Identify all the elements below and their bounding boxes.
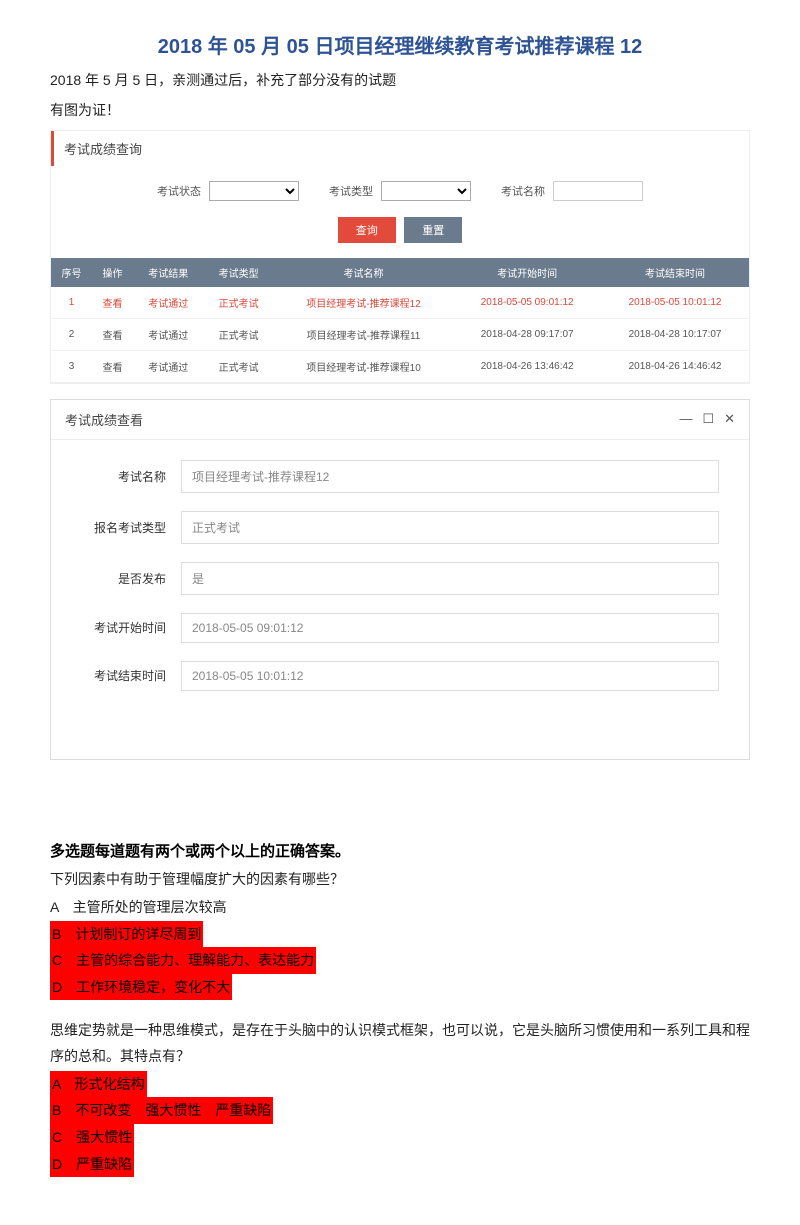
name-label: 考试名称 bbox=[501, 183, 545, 199]
table-header: 考试结束时间 bbox=[601, 258, 749, 287]
detail-label: 考试名称 bbox=[81, 468, 181, 485]
type-select[interactable] bbox=[381, 181, 471, 201]
table-cell: 项目经理考试-推荐课程11 bbox=[274, 318, 453, 350]
table-cell: 2018-04-26 14:46:42 bbox=[601, 350, 749, 382]
table-header: 考试类型 bbox=[203, 258, 273, 287]
question-text: 下列因素中有助于管理幅度扩大的因素有哪些？ bbox=[50, 867, 750, 892]
table-header: 考试开始时间 bbox=[453, 258, 601, 287]
table-row[interactable]: 1查看考试通过正式考试项目经理考试-推荐课程122018-05-05 09:01… bbox=[51, 287, 749, 319]
results-table: 序号操作考试结果考试类型考试名称考试开始时间考试结束时间 1查看考试通过正式考试… bbox=[51, 258, 749, 383]
table-header: 序号 bbox=[51, 258, 92, 287]
table-cell: 1 bbox=[51, 287, 92, 319]
table-header: 考试结果 bbox=[133, 258, 203, 287]
detail-value: 项目经理考试-推荐课程12 bbox=[181, 460, 719, 493]
table-cell: 正式考试 bbox=[203, 318, 273, 350]
detail-row: 报名考试类型正式考试 bbox=[81, 511, 719, 544]
detail-value: 2018-05-05 10:01:12 bbox=[181, 661, 719, 691]
detail-label: 报名考试类型 bbox=[81, 519, 181, 536]
detail-panel-title: 考试成绩查看 bbox=[65, 410, 143, 429]
table-cell: 2018-05-05 09:01:12 bbox=[453, 287, 601, 319]
answer-option: C 强大惯性 bbox=[50, 1124, 134, 1151]
question-text: 思维定势就是一种思维模式，是存在于头脑中的认识模式框架，也可以说，它是头脑所习惯… bbox=[50, 1018, 750, 1068]
detail-value: 是 bbox=[181, 562, 719, 595]
answer-option: D 工作环境稳定，变化不大 bbox=[50, 974, 232, 1001]
detail-label: 考试结束时间 bbox=[81, 667, 181, 684]
view-link[interactable]: 查看 bbox=[92, 350, 133, 382]
name-input[interactable] bbox=[553, 181, 643, 201]
table-row[interactable]: 2查看考试通过正式考试项目经理考试-推荐课程112018-04-28 09:17… bbox=[51, 318, 749, 350]
detail-panel: 考试成绩查看 — ☐ ✕ 考试名称项目经理考试-推荐课程12 报名考试类型正式考试… bbox=[50, 399, 750, 760]
type-label: 考试类型 bbox=[329, 183, 373, 199]
intro-line-1: 2018 年 5 月 5 日，亲测通过后，补充了部分没有的试题 bbox=[50, 69, 750, 91]
table-cell: 2 bbox=[51, 318, 92, 350]
results-panel-title: 考试成绩查询 bbox=[51, 131, 749, 166]
page-title: 2018 年 05 月 05 日项目经理继续教育考试推荐课程 12 bbox=[50, 30, 750, 59]
answer-option: B 不可改变 强大惯性 严重缺陷 bbox=[50, 1097, 273, 1124]
table-cell: 2018-05-05 10:01:12 bbox=[601, 287, 749, 319]
answer-option: C 主管的综合能力、理解能力、表达能力 bbox=[50, 947, 316, 974]
detail-label: 是否发布 bbox=[81, 570, 181, 587]
table-cell: 项目经理考试-推荐课程12 bbox=[274, 287, 453, 319]
detail-row: 考试名称项目经理考试-推荐课程12 bbox=[81, 460, 719, 493]
minimize-icon[interactable]: — bbox=[679, 411, 692, 427]
table-header: 考试名称 bbox=[274, 258, 453, 287]
results-panel: 考试成绩查询 考试状态 考试类型 考试名称 查询 重置 序号操作考试结果考试类型… bbox=[50, 130, 750, 384]
table-cell: 3 bbox=[51, 350, 92, 382]
detail-row: 考试结束时间2018-05-05 10:01:12 bbox=[81, 661, 719, 691]
reset-button[interactable]: 重置 bbox=[404, 217, 462, 243]
status-label: 考试状态 bbox=[157, 183, 201, 199]
maximize-icon[interactable]: ☐ bbox=[702, 411, 714, 427]
close-icon[interactable]: ✕ bbox=[724, 411, 735, 427]
table-cell: 项目经理考试-推荐课程10 bbox=[274, 350, 453, 382]
table-cell: 正式考试 bbox=[203, 350, 273, 382]
answer-option: A 主管所处的管理层次较高 bbox=[50, 899, 227, 915]
table-cell: 考试通过 bbox=[133, 350, 203, 382]
view-link[interactable]: 查看 bbox=[92, 287, 133, 319]
detail-value: 正式考试 bbox=[181, 511, 719, 544]
table-cell: 2018-04-28 09:17:07 bbox=[453, 318, 601, 350]
query-button[interactable]: 查询 bbox=[338, 217, 396, 243]
table-cell: 2018-04-26 13:46:42 bbox=[453, 350, 601, 382]
table-header: 操作 bbox=[92, 258, 133, 287]
answer-option: A 形式化结构 bbox=[50, 1071, 147, 1098]
status-select[interactable] bbox=[209, 181, 299, 201]
section-heading: 多选题每道题有两个或两个以上的正确答案。 bbox=[50, 840, 750, 861]
detail-row: 是否发布是 bbox=[81, 562, 719, 595]
table-cell: 考试通过 bbox=[133, 318, 203, 350]
intro-line-2: 有图为证！ bbox=[50, 99, 750, 121]
detail-value: 2018-05-05 09:01:12 bbox=[181, 613, 719, 643]
table-row[interactable]: 3查看考试通过正式考试项目经理考试-推荐课程102018-04-26 13:46… bbox=[51, 350, 749, 382]
detail-label: 考试开始时间 bbox=[81, 619, 181, 636]
table-cell: 2018-04-28 10:17:07 bbox=[601, 318, 749, 350]
view-link[interactable]: 查看 bbox=[92, 318, 133, 350]
answer-option: B 计划制订的详尽周到 bbox=[50, 921, 203, 948]
search-filters: 考试状态 考试类型 考试名称 bbox=[51, 166, 749, 209]
table-cell: 正式考试 bbox=[203, 287, 273, 319]
detail-row: 考试开始时间2018-05-05 09:01:12 bbox=[81, 613, 719, 643]
table-cell: 考试通过 bbox=[133, 287, 203, 319]
answer-option: D 严重缺陷 bbox=[50, 1151, 134, 1178]
